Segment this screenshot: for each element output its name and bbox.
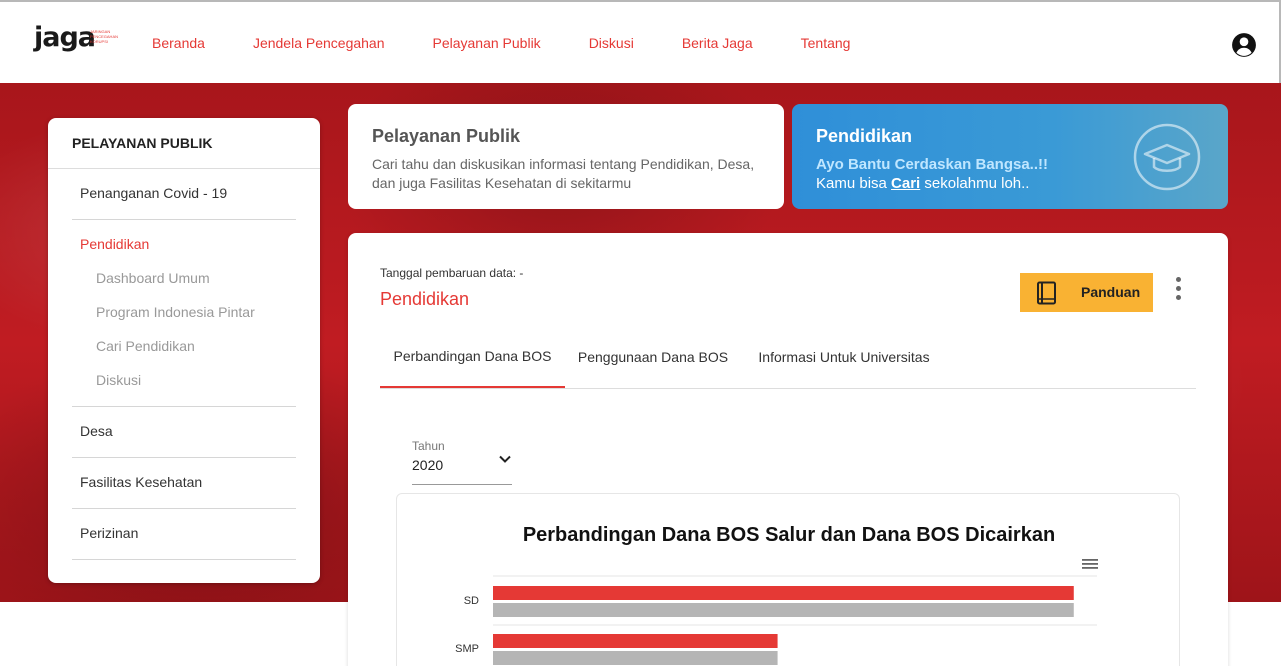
nav-tentang[interactable]: Tentang [801,35,851,51]
nav-berita-jaga[interactable]: Berita Jaga [682,35,753,51]
logo-tagline: JARINGAN PENCEGAHAN KORUPSI [90,29,119,44]
sidebar-item-pendidikan[interactable]: Pendidikan [80,236,149,252]
edu-promo-card: Pendidikan Ayo Bantu Cerdaskan Bangsa..!… [792,104,1228,209]
panduan-label: Panduan [1081,284,1141,300]
nav-diskusi[interactable]: Diskusi [589,35,634,51]
divider [72,406,296,407]
y-tick-label: SD [464,595,479,607]
tab-perbandingan-dana-bos[interactable]: Perbandingan Dana BOS [380,325,565,388]
bar-chart: SD SMP [455,575,1097,665]
edu-card-cta: Kamu bisa Cari sekolahmu loh.. [816,175,1029,192]
sidebar-item-perizinan[interactable]: Perizinan [80,525,138,541]
year-select-value: 2020 [412,457,444,473]
sidebar-item-covid[interactable]: Penanganan Covid - 19 [80,185,227,201]
more-options-icon[interactable] [1170,277,1186,305]
tab-informasi-untuk-universitas[interactable]: Informasi Untuk Universitas [741,325,947,388]
y-tick-label: SMP [455,643,479,655]
bar-smp-series-0[interactable] [493,634,778,648]
nav-jendela-pencegahan[interactable]: Jendela Pencegahan [253,35,385,51]
graduation-cap-icon [1133,123,1201,191]
panduan-button[interactable]: Panduan [1020,273,1153,312]
divider [72,508,296,509]
edu-cta-prefix: Kamu bisa [816,175,892,192]
sidebar-subitem-dashboard-umum[interactable]: Dashboard Umum [96,270,210,286]
info-card-description: Cari tahu dan diskusikan informasi tenta… [372,156,755,191]
update-date-label: Tanggal pembaruan data: - [380,266,524,280]
divider [72,457,296,458]
sidebar-item-fasilitas-kesehatan[interactable]: Fasilitas Kesehatan [80,474,202,490]
divider [72,219,296,220]
year-select-label: Tahun [412,439,445,453]
edu-card-slogan: Ayo Bantu Cerdaskan Bangsa..!! [816,156,1048,173]
sidebar-subitem-diskusi[interactable]: Diskusi [96,372,141,388]
bar-sd-series-0[interactable] [493,586,1074,600]
edu-cta-suffix: sekolahmu loh.. [920,175,1030,192]
tab-penggunaan-dana-bos[interactable]: Penggunaan Dana BOS [565,325,741,388]
chevron-down-icon [499,455,511,463]
divider [72,559,296,560]
book-icon [1037,281,1056,305]
sidebar-title: PELAYANAN PUBLIK [72,135,213,151]
info-card-title: Pelayanan Publik [372,126,521,146]
nav-pelayanan-publik[interactable]: Pelayanan Publik [433,35,541,51]
sidebar: PELAYANAN PUBLIK Penanganan Covid - 19 P… [48,118,320,583]
jaga-logo[interactable]: jaga JARINGAN PENCEGAHAN KORUPSI [34,22,124,58]
main-content-card: Tanggal pembaruan data: - Pendidikan Pan… [348,233,1228,666]
nav-beranda[interactable]: Beranda [152,35,205,51]
account-circle-icon[interactable] [1231,32,1257,58]
top-navbar: jaga JARINGAN PENCEGAHAN KORUPSI Beranda… [0,0,1281,83]
sidebar-subitem-cari-pendidikan[interactable]: Cari Pendidikan [96,338,195,354]
divider [48,168,320,169]
main-nav: Beranda Jendela Pencegahan Pelayanan Pub… [152,35,898,51]
year-select[interactable]: Tahun 2020 [412,437,512,485]
chart-container: Perbandingan Dana BOS Salur dan Dana BOS… [396,493,1180,666]
tab-bar: Perbandingan Dana BOS Penggunaan Dana BO… [380,325,1196,389]
bar-sd-series-1[interactable] [493,603,1074,617]
chart-title: Perbandingan Dana BOS Salur dan Dana BOS… [522,524,1056,546]
edu-card-title: Pendidikan [816,126,913,146]
sidebar-subitem-program-indonesia-pintar[interactable]: Program Indonesia Pintar [96,304,255,320]
logo-text: jaga [34,22,96,53]
section-title: Pendidikan [380,289,470,309]
sidebar-item-desa[interactable]: Desa [80,423,113,439]
cari-link[interactable]: Cari [891,175,920,192]
info-card-pelayanan-publik: Pelayanan Publik Cari tahu dan diskusika… [348,104,784,209]
bar-smp-series-1[interactable] [493,651,778,665]
hamburger-menu-icon[interactable] [1082,558,1098,570]
